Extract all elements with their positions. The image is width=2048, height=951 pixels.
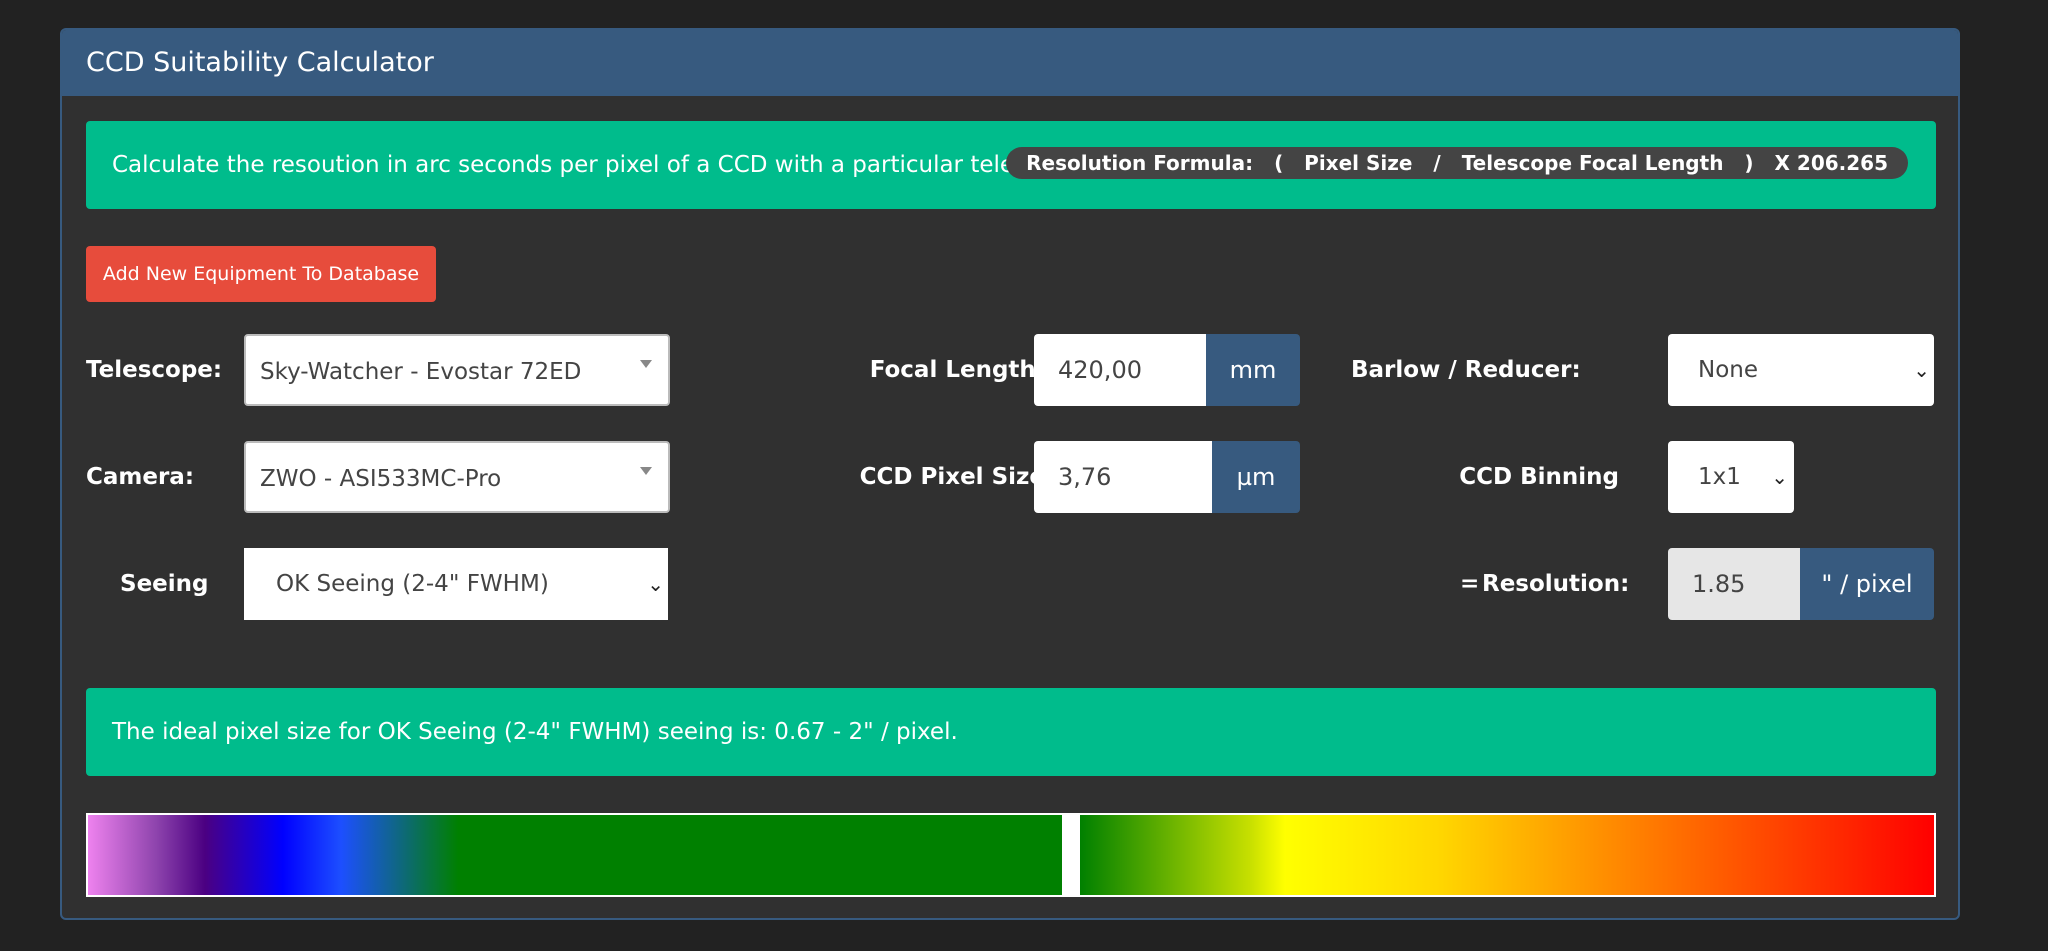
info-alert: Calculate the resoution in arc seconds p… bbox=[86, 121, 1936, 209]
telescope-label: Telescope: bbox=[86, 357, 223, 383]
ideal-pixel-alert: The ideal pixel size for OK Seeing (2-4"… bbox=[86, 688, 1936, 776]
focal-length-label: Focal Length: bbox=[869, 357, 1045, 383]
camera-label: Camera: bbox=[86, 464, 195, 490]
binning-select[interactable]: 1x1 ⌄ bbox=[1668, 441, 1794, 513]
equals-sign: = bbox=[1460, 571, 1480, 597]
resolution-unit: " / pixel bbox=[1800, 548, 1934, 620]
formula-multiplier: X 206.265 bbox=[1774, 151, 1888, 175]
formula-focal-length: Telescope Focal Length bbox=[1461, 151, 1724, 175]
resolution-label: Resolution: bbox=[1482, 571, 1630, 597]
formula-pixel-size: Pixel Size bbox=[1304, 151, 1413, 175]
pixel-size-label: CCD Pixel Size bbox=[859, 464, 1045, 490]
resolution-output: 1.85 bbox=[1668, 548, 1800, 620]
formula-badge: Resolution Formula: ( Pixel Size / Teles… bbox=[1006, 147, 1908, 179]
camera-select[interactable]: ZWO - ASI533MC-Pro bbox=[244, 441, 670, 513]
pixel-size-input[interactable]: 3,76 bbox=[1034, 441, 1212, 513]
seeing-value: OK Seeing (2-4" FWHM) bbox=[276, 571, 549, 597]
chevron-down-icon: ⌄ bbox=[1771, 465, 1788, 489]
binning-label: CCD Binning bbox=[1459, 464, 1619, 490]
formula-divide: / bbox=[1433, 151, 1441, 175]
current-position-marker bbox=[1062, 815, 1080, 895]
scale-gradient-oversampled bbox=[1080, 815, 1934, 895]
barlow-select[interactable]: None ⌄ bbox=[1668, 334, 1934, 406]
calculator-panel: CCD Suitability Calculator Calculate the… bbox=[60, 28, 1960, 920]
telescope-select[interactable]: Sky-Watcher - Evostar 72ED bbox=[244, 334, 670, 406]
caret-down-icon bbox=[640, 360, 652, 368]
formula-close-paren: ) bbox=[1744, 151, 1754, 175]
seeing-label: Seeing bbox=[120, 571, 209, 597]
formula-open-paren: ( bbox=[1274, 151, 1284, 175]
chevron-down-icon: ⌄ bbox=[1913, 358, 1930, 382]
focal-length-unit: mm bbox=[1206, 334, 1300, 406]
add-equipment-button[interactable]: Add New Equipment To Database bbox=[86, 246, 436, 302]
resolution-scale-bar bbox=[86, 813, 1936, 897]
barlow-value: None bbox=[1698, 357, 1759, 383]
focal-length-input[interactable]: 420,00 bbox=[1034, 334, 1206, 406]
formula-label: Resolution Formula: bbox=[1026, 151, 1254, 175]
seeing-select[interactable]: OK Seeing (2-4" FWHM) ⌄ bbox=[244, 548, 668, 620]
scale-gradient-undersampled bbox=[88, 815, 1062, 895]
panel-title: CCD Suitability Calculator bbox=[62, 30, 1958, 96]
chevron-down-icon: ⌄ bbox=[647, 572, 664, 596]
pixel-size-unit: µm bbox=[1212, 441, 1300, 513]
info-text: Calculate the resoution in arc seconds p… bbox=[112, 152, 1089, 178]
binning-value: 1x1 bbox=[1698, 464, 1741, 490]
barlow-label: Barlow / Reducer: bbox=[1351, 357, 1581, 383]
telescope-value: Sky-Watcher - Evostar 72ED bbox=[260, 359, 582, 385]
camera-value: ZWO - ASI533MC-Pro bbox=[260, 466, 502, 492]
caret-down-icon bbox=[640, 467, 652, 475]
